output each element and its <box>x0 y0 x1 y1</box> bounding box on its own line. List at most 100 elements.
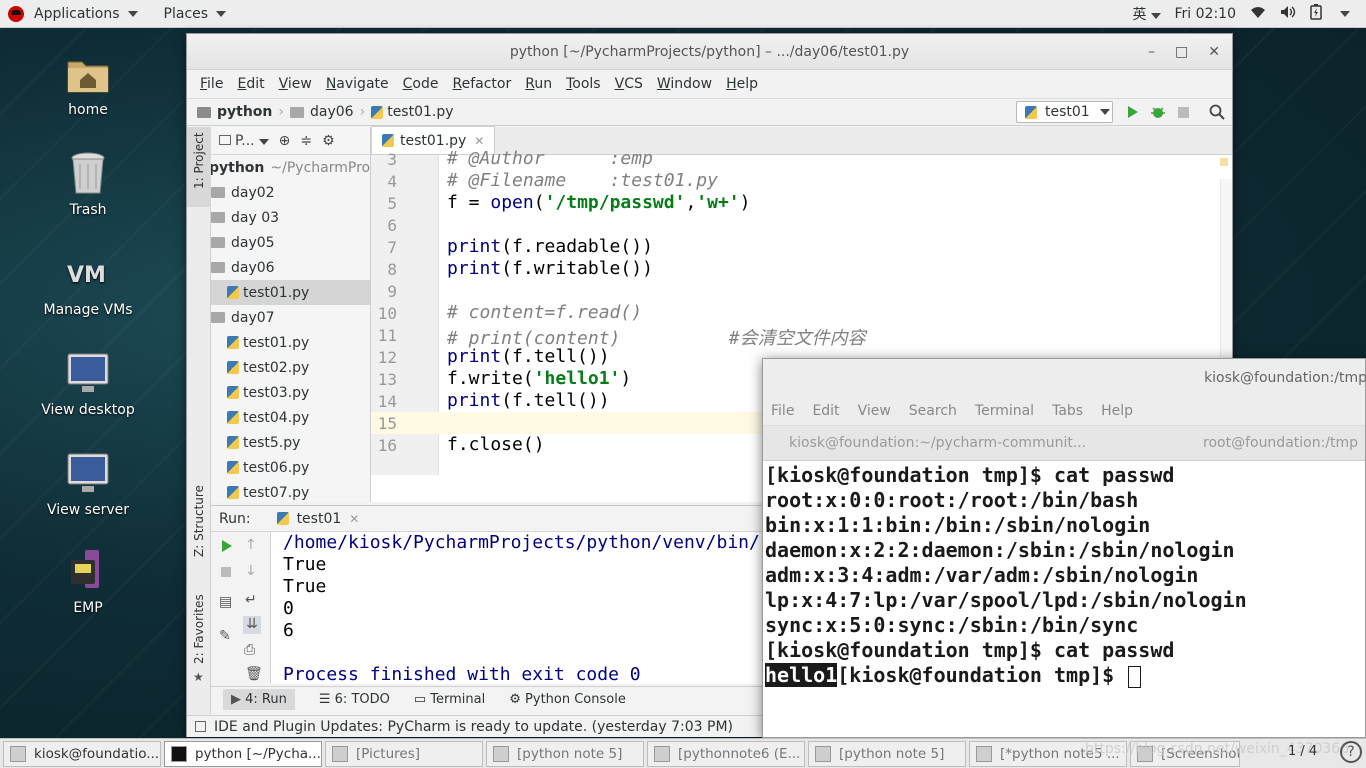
stop-icon[interactable] <box>1178 107 1189 118</box>
taskbar-item[interactable]: [python note 5] <box>486 740 644 767</box>
terminal-menu-file[interactable]: File <box>771 403 794 419</box>
menu-edit[interactable]: Edit <box>230 76 271 92</box>
breadcrumb-python[interactable]: python <box>217 104 272 120</box>
tab-run[interactable]: ▶ 4: Run <box>223 689 295 710</box>
project-view-select[interactable]: P... <box>219 133 269 149</box>
breadcrumb-file[interactable]: test01.py <box>387 104 453 120</box>
search-icon[interactable] <box>1209 104 1225 124</box>
minimize-icon[interactable]: – <box>1148 44 1155 60</box>
taskbar-item[interactable]: [Pictures] <box>325 740 483 767</box>
menu-run[interactable]: Run <box>518 76 559 92</box>
print-icon[interactable]: ⎙ <box>244 642 255 658</box>
rerun-icon[interactable] <box>222 540 232 552</box>
menu-navigate[interactable]: Navigate <box>319 76 396 92</box>
terminal-menu-terminal[interactable]: Terminal <box>975 403 1034 419</box>
taskbar-item[interactable]: [pythonnote6 (E... <box>647 740 805 767</box>
terminal-tab-2[interactable]: root@foundation:/tmp <box>1203 435 1358 451</box>
run-icon[interactable] <box>1128 106 1138 118</box>
status-toggle-icon[interactable] <box>195 721 206 732</box>
menu-refactor[interactable]: Refactor <box>445 76 518 92</box>
gear-icon[interactable]: ⚙ <box>322 133 335 149</box>
terminal-menu-help[interactable]: Help <box>1101 403 1133 419</box>
tab-todo[interactable]: ☰ 6: TODO <box>319 692 390 707</box>
project-tool-tab[interactable]: 1: Project <box>192 132 206 189</box>
close-icon[interactable]: ✕ <box>1208 44 1220 60</box>
desktop-icon-home[interactable]: home <box>28 50 148 118</box>
close-icon[interactable]: ✕ <box>349 512 359 526</box>
menu-vcs[interactable]: VCS <box>608 76 650 92</box>
battery-icon[interactable] <box>1310 4 1322 24</box>
desktop-icon-emp[interactable]: EMP <box>28 548 148 616</box>
inspection-indicator-icon[interactable] <box>1220 158 1228 166</box>
desktop-icon-view-server[interactable]: View server <box>28 450 148 518</box>
status-message[interactable]: IDE and Plugin Updates: PyCharm is ready… <box>214 719 733 735</box>
system-menu-chevron-icon[interactable] <box>1340 11 1350 17</box>
code-line[interactable]: print(f.tell()) <box>447 390 610 411</box>
scroll-to-end-icon[interactable]: ⇊ <box>243 616 261 634</box>
terminal-menu-tabs[interactable]: Tabs <box>1052 403 1083 419</box>
code-line[interactable]: f.write('hello1') <box>447 368 631 389</box>
code-line[interactable]: f.close() <box>447 434 545 455</box>
run-tab-test01[interactable]: test01 <box>297 511 342 527</box>
tree-file[interactable]: test02.py <box>211 355 370 380</box>
volume-icon[interactable] <box>1280 5 1296 23</box>
tree-file[interactable]: test5.py <box>211 430 370 455</box>
close-icon[interactable]: ✕ <box>474 134 484 148</box>
input-method-indicator[interactable]: 英 <box>1133 4 1161 24</box>
tree-folder[interactable]: day06 <box>211 255 370 280</box>
arrow-down-icon[interactable]: ↓ <box>245 563 257 579</box>
terminal-titlebar[interactable]: kiosk@foundation:/tmp <box>763 359 1366 397</box>
maximize-icon[interactable]: □ <box>1175 44 1188 60</box>
tree-file[interactable]: test07.py <box>211 480 370 502</box>
tab-python-console[interactable]: ⚙ Python Console <box>509 692 626 707</box>
target-icon[interactable]: ⊕ <box>279 133 291 149</box>
workspace-pager[interactable]: 1 / 4 <box>1288 744 1317 759</box>
taskbar-item[interactable]: python [~/Pycha... <box>164 740 322 767</box>
applications-menu[interactable]: Applications <box>0 0 146 28</box>
debug-icon[interactable] <box>1150 104 1166 124</box>
tree-file[interactable]: test01.py <box>211 280 370 305</box>
tree-folder[interactable]: day 03 <box>211 205 370 230</box>
pin-icon[interactable]: ✎ <box>219 628 231 644</box>
code-line[interactable]: f = open('/tmp/passwd','w+') <box>447 192 751 213</box>
terminal-output[interactable]: [kiosk@foundation tmp]$ cat passwd root:x… <box>763 461 1365 688</box>
places-menu[interactable]: Places <box>156 0 235 28</box>
code-line[interactable]: print(f.tell()) <box>447 346 610 367</box>
terminal-menu-edit[interactable]: Edit <box>812 403 839 419</box>
tree-file[interactable]: test03.py <box>211 380 370 405</box>
tree-file[interactable]: test06.py <box>211 455 370 480</box>
code-line[interactable]: # @Author :emp <box>447 148 653 169</box>
desktop-icon-manage-vms[interactable]: VM Manage VMs <box>28 250 148 318</box>
menu-tools[interactable]: Tools <box>559 76 608 92</box>
tree-root[interactable]: python ~/PycharmProjec <box>211 155 370 180</box>
menu-help[interactable]: Help <box>719 76 765 92</box>
tab-terminal[interactable]: ▭ Terminal <box>414 692 485 707</box>
desktop-icon-trash[interactable]: Trash <box>28 150 148 218</box>
menu-window[interactable]: Window <box>650 76 719 92</box>
code-line[interactable]: print(f.writable()) <box>447 258 653 279</box>
code-line[interactable]: print(f.readable()) <box>447 236 653 257</box>
tree-file[interactable]: test01.py <box>211 330 370 355</box>
stop-icon[interactable] <box>221 567 231 577</box>
desktop-icon-view-desktop[interactable]: View desktop <box>28 350 148 418</box>
structure-tool-tab[interactable]: Z: Structure <box>192 485 206 557</box>
clock[interactable]: Fri 02:10 <box>1175 6 1236 22</box>
wifi-icon[interactable] <box>1250 5 1266 23</box>
breadcrumb-day06[interactable]: day06 <box>310 104 354 120</box>
tree-file[interactable]: test04.py <box>211 405 370 430</box>
terminal-menu-search[interactable]: Search <box>909 403 957 419</box>
tree-folder[interactable]: day02 <box>211 180 370 205</box>
menu-view[interactable]: View <box>272 76 319 92</box>
terminal-menu-view[interactable]: View <box>858 403 891 419</box>
tree-folder[interactable]: day05 <box>211 230 370 255</box>
favorites-tool-tab[interactable]: 2: Favorites <box>192 594 206 664</box>
taskbar-item[interactable]: kiosk@foundatio... <box>3 740 161 767</box>
soft-wrap-icon[interactable]: ↵ <box>245 592 257 608</box>
tree-folder[interactable]: day07 <box>211 305 370 330</box>
layout-icon[interactable]: ▤ <box>219 594 232 610</box>
arrow-up-icon[interactable]: ↑ <box>245 537 257 553</box>
window-titlebar[interactable]: python [~/PycharmProjects/python] – .../… <box>187 34 1232 70</box>
run-configuration-select[interactable]: test01 <box>1016 101 1113 123</box>
terminal-tab-1[interactable]: kiosk@foundation:~/pycharm-communit...✕ <box>789 435 1089 451</box>
collapse-icon[interactable]: ≑ <box>300 133 312 149</box>
